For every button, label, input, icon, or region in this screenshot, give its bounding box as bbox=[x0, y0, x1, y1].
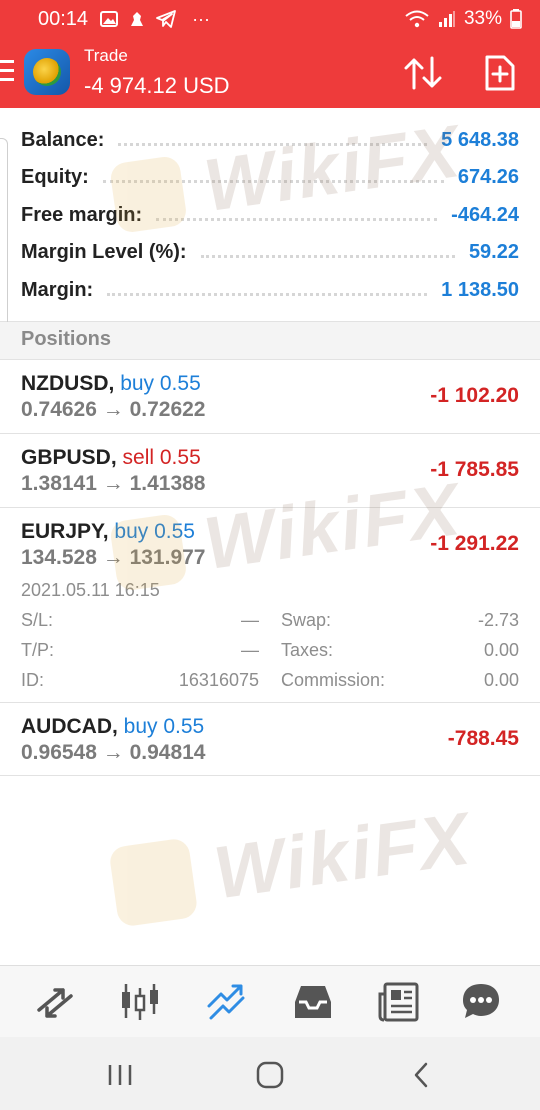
chart-icon[interactable] bbox=[118, 980, 162, 1024]
pull-tab[interactable] bbox=[0, 138, 8, 348]
margin-label: Margin: bbox=[21, 278, 94, 301]
equity-value: 674.26 bbox=[457, 165, 519, 188]
balance-value: 5 648.38 bbox=[441, 128, 519, 151]
status-bar: 00:14 ··· 33% bbox=[0, 0, 540, 38]
quotes-icon[interactable] bbox=[33, 980, 77, 1024]
position-profit: -1 291.22 bbox=[430, 532, 519, 555]
free-margin-value: -464.24 bbox=[451, 203, 519, 226]
back-icon[interactable] bbox=[406, 1061, 438, 1089]
account-summary: Balance: 5 648.38 Equity: 674.26 Free ma… bbox=[0, 108, 540, 348]
tp-value: — bbox=[241, 640, 259, 660]
position-profit: -1 102.20 bbox=[430, 384, 519, 407]
position-profit: -1 785.85 bbox=[430, 458, 519, 481]
battery-icon bbox=[510, 9, 522, 29]
equity-row: Equity: 674.26 bbox=[21, 161, 519, 193]
watermark: WikiFX bbox=[108, 795, 476, 929]
swap-value: -2.73 bbox=[477, 610, 519, 630]
position-prices: 134.528 → 131.977 bbox=[21, 546, 206, 569]
sort-icon[interactable] bbox=[402, 54, 444, 92]
taxes-label: Taxes: bbox=[281, 640, 334, 660]
news-icon[interactable] bbox=[377, 980, 421, 1024]
free-margin-row: Free margin: -464.24 bbox=[21, 199, 519, 231]
more-dots-icon: ··· bbox=[192, 8, 211, 29]
image-icon bbox=[100, 11, 119, 27]
page-title: Trade bbox=[84, 46, 128, 65]
home-icon[interactable] bbox=[254, 1061, 286, 1089]
margin-value: 1 138.50 bbox=[441, 278, 519, 301]
id-value: 16316075 bbox=[178, 670, 259, 690]
position-prices: 0.96548 → 0.94814 bbox=[21, 741, 206, 764]
positions-header: Positions bbox=[0, 322, 540, 360]
position-symbol: AUDCAD, bbox=[21, 715, 118, 738]
sl-label: S/L: bbox=[21, 610, 54, 630]
bottom-tab-bar bbox=[0, 965, 540, 1037]
menu-icon[interactable] bbox=[0, 60, 16, 82]
new-order-icon[interactable] bbox=[484, 54, 516, 92]
recent-apps-icon[interactable] bbox=[104, 1061, 136, 1089]
battery-percent: 33% bbox=[463, 8, 502, 29]
metatrader-logo bbox=[24, 49, 70, 95]
status-time: 00:14 bbox=[38, 7, 89, 30]
position-prices: 0.74626 → 0.72622 bbox=[21, 398, 206, 421]
free-margin-label: Free margin: bbox=[21, 203, 143, 226]
margin-level-row: Margin Level (%): 59.22 bbox=[21, 236, 519, 268]
taxes-value: 0.00 bbox=[483, 640, 519, 660]
trade-icon[interactable] bbox=[205, 980, 249, 1024]
system-nav-bar bbox=[0, 1037, 540, 1110]
telegram-icon bbox=[156, 10, 176, 28]
open-datetime: 2021.05.11 16:15 bbox=[21, 580, 160, 600]
balance-label: Balance: bbox=[21, 128, 105, 151]
commission-value: 0.00 bbox=[483, 670, 519, 690]
commission-label: Commission: bbox=[281, 670, 386, 690]
position-row[interactable]: AUDCAD, buy 0.55 0.96548 → 0.94814 -788.… bbox=[0, 703, 540, 776]
position-side: buy 0.55 bbox=[120, 372, 201, 395]
margin-level-value: 59.22 bbox=[468, 240, 519, 263]
signal-icon bbox=[438, 11, 455, 27]
position-profit: -788.45 bbox=[447, 727, 519, 750]
sl-value: — bbox=[241, 610, 259, 630]
app-header: Trade -4 974.12 USD bbox=[0, 38, 540, 108]
position-side: buy 0.55 bbox=[123, 715, 205, 738]
position-row[interactable]: NZDUSD, buy 0.55 0.74626 → 0.72622 -1 10… bbox=[0, 360, 540, 434]
balance-row: Balance: 5 648.38 bbox=[21, 124, 519, 156]
margin-level-label: Margin Level (%): bbox=[21, 240, 187, 263]
position-symbol: EURJPY, bbox=[21, 520, 109, 543]
chat-icon[interactable] bbox=[459, 980, 503, 1024]
position-symbol: NZDUSD, bbox=[21, 372, 115, 395]
positions-title: Positions bbox=[21, 328, 112, 350]
position-side: buy 0.55 bbox=[114, 520, 195, 543]
position-symbol: GBPUSD, bbox=[21, 446, 117, 469]
position-row-expanded[interactable]: EURJPY, buy 0.55 134.528 → 131.977 -1 29… bbox=[0, 508, 540, 703]
wifi-icon bbox=[405, 10, 429, 28]
id-label: ID: bbox=[21, 670, 45, 690]
position-row[interactable]: GBPUSD, sell 0.55 1.38141 → 1.41388 -1 7… bbox=[0, 434, 540, 508]
equity-label: Equity: bbox=[21, 165, 89, 188]
position-prices: 1.38141 → 1.41388 bbox=[21, 472, 206, 495]
history-icon[interactable] bbox=[291, 980, 335, 1024]
position-side: sell 0.55 bbox=[122, 446, 201, 469]
total-profit: -4 974.12 USD bbox=[84, 73, 230, 98]
fox-icon bbox=[131, 12, 144, 26]
swap-label: Swap: bbox=[281, 610, 332, 630]
tp-label: T/P: bbox=[21, 640, 55, 660]
margin-row: Margin: 1 138.50 bbox=[21, 274, 519, 306]
